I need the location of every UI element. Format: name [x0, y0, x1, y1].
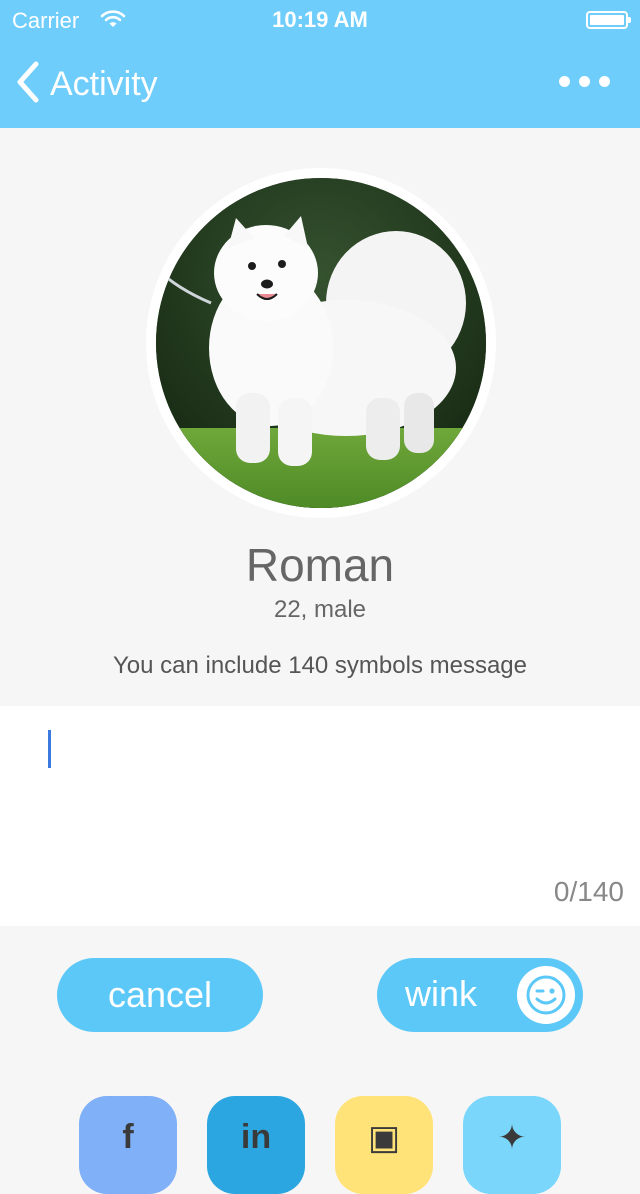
text-cursor — [48, 730, 51, 768]
wink-label: wink — [405, 973, 478, 1014]
facebook-icon[interactable]: f — [79, 1096, 177, 1194]
wink-face-icon — [517, 966, 575, 1024]
avatar-frame — [146, 168, 496, 518]
status-bar: Carrier 10:19 AM — [0, 0, 640, 40]
character-counter: 0/140 — [553, 876, 624, 907]
avatar — [156, 178, 486, 508]
more-dots-icon[interactable] — [559, 70, 610, 93]
back-label: Activity — [50, 64, 158, 103]
profile-name: Roman — [245, 539, 395, 591]
instagram-icon[interactable]: ▣ — [335, 1096, 433, 1194]
nav-bar: Activity — [0, 40, 640, 128]
message-hint: You can include 140 symbols message — [112, 652, 528, 679]
linkedin-icon[interactable]: in — [207, 1096, 305, 1194]
profile-details: 22, male — [273, 596, 367, 623]
wink-button[interactable]: wink — [377, 958, 583, 1032]
battery-icon — [586, 11, 631, 29]
back-button[interactable]: Activity — [16, 61, 158, 108]
cancel-label: cancel — [107, 974, 213, 1015]
twitter-icon[interactable]: ✦ — [463, 1096, 561, 1194]
cancel-button[interactable]: cancel — [57, 958, 263, 1032]
header: Carrier 10:19 AM Activity — [0, 0, 640, 128]
chevron-left-icon — [16, 61, 40, 108]
message-input[interactable]: 0/140 — [0, 706, 640, 926]
clock: 10:19 AM — [272, 7, 368, 32]
